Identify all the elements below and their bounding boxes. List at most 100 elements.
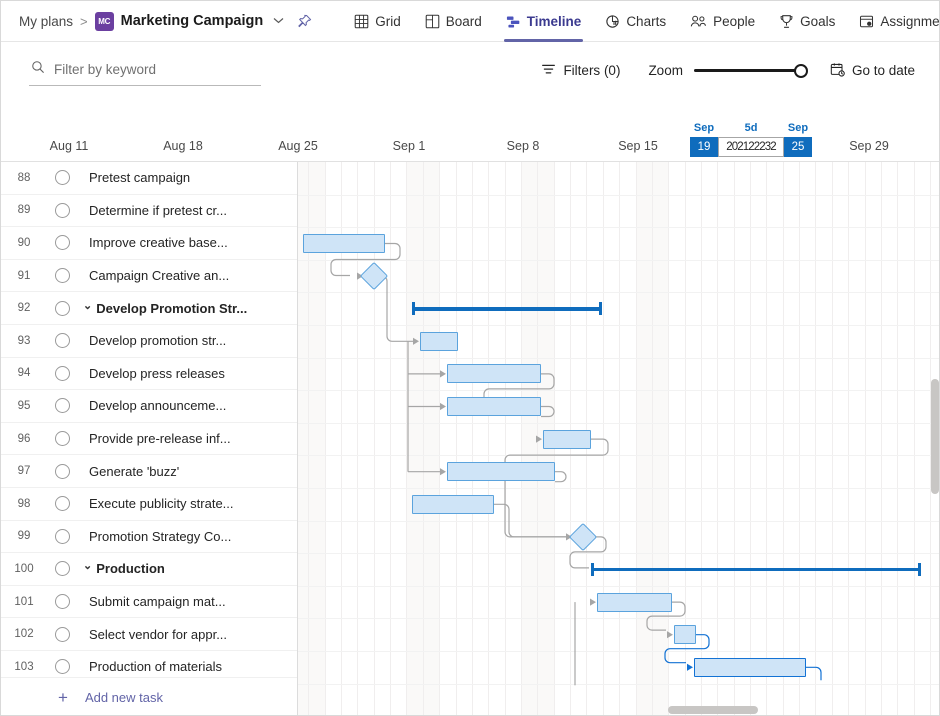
task-row[interactable]: 102Select vendor for appr... — [1, 618, 297, 651]
selection-start-day: 19 — [690, 137, 718, 157]
gantt-chart-pane[interactable] — [298, 162, 940, 716]
pin-icon[interactable] — [297, 14, 312, 29]
gridline — [456, 162, 457, 716]
task-name: Pretest campaign — [89, 170, 190, 185]
task-complete-checkbox[interactable] — [55, 203, 70, 218]
task-name: Campaign Creative an... — [89, 268, 229, 283]
task-complete-checkbox[interactable] — [55, 561, 70, 576]
dependency-arrowhead — [440, 468, 446, 475]
timeline-date-header[interactable]: Aug 11 Aug 18 Aug 25 Sep 1 Sep 8 Sep 15 … — [1, 99, 940, 162]
add-new-task-row[interactable]: + Add new task — [1, 677, 298, 716]
tab-assignments[interactable]: Assignments — [847, 1, 940, 42]
task-complete-checkbox[interactable] — [55, 170, 70, 185]
gantt-bar[interactable] — [303, 234, 385, 253]
task-complete-checkbox[interactable] — [55, 431, 70, 446]
tab-timeline[interactable]: Timeline — [494, 1, 594, 42]
summary-bar[interactable] — [412, 302, 602, 315]
go-to-date-button[interactable]: Go to date — [820, 57, 925, 85]
task-row[interactable]: 97Generate 'buzz' — [1, 455, 297, 488]
gridline — [488, 162, 489, 716]
row-divider — [298, 195, 940, 196]
search-input[interactable] — [54, 62, 259, 77]
task-row[interactable]: 94Develop press releases — [1, 358, 297, 391]
task-id: 89 — [1, 204, 47, 216]
gridline — [717, 162, 718, 716]
task-complete-checkbox[interactable] — [55, 659, 70, 674]
task-complete-checkbox[interactable] — [55, 301, 70, 316]
task-complete-checkbox[interactable] — [55, 529, 70, 544]
task-row[interactable]: 96Provide pre-release inf... — [1, 423, 297, 456]
task-complete-checkbox[interactable] — [55, 398, 70, 413]
horizontal-scrollbar-thumb[interactable] — [668, 706, 758, 714]
task-row[interactable]: 91 Campaign Creative an... — [1, 260, 297, 293]
filters-button[interactable]: Filters (0) — [531, 57, 630, 85]
toolbar-right-group: Filters (0) Zoom Go to date — [531, 57, 940, 85]
task-name: Select vendor for appr... — [89, 627, 227, 642]
gridline — [881, 162, 882, 716]
gantt-bar[interactable] — [447, 364, 541, 383]
task-name: Execute publicity strate... — [89, 496, 234, 511]
task-row[interactable]: 101Submit campaign mat... — [1, 586, 297, 619]
selection-duration-group[interactable]: 5d 202122232 — [718, 123, 784, 157]
tab-people-label: People — [713, 14, 755, 29]
selection-start[interactable]: Sep 19 — [690, 123, 718, 157]
task-list-pane[interactable]: 88Pretest campaign89Determine if pretest… — [1, 162, 298, 716]
board-icon — [425, 14, 440, 29]
expand-chevron-icon[interactable]: ⌄ — [83, 561, 92, 572]
dependency-arrowhead — [440, 403, 446, 410]
task-row[interactable]: 95Develop announceme... — [1, 390, 297, 423]
task-name-text: Develop promotion str... — [89, 333, 226, 348]
gantt-bar[interactable] — [674, 625, 696, 644]
task-name-text: Production — [96, 561, 165, 576]
tab-charts[interactable]: Charts — [593, 1, 678, 42]
task-row[interactable]: 88Pretest campaign — [1, 162, 297, 195]
task-id: 91 — [1, 270, 47, 282]
vertical-scrollbar-thumb[interactable] — [931, 379, 939, 494]
task-row[interactable]: 93Develop promotion str... — [1, 325, 297, 358]
summary-bar-cap — [918, 563, 921, 576]
task-complete-checkbox[interactable] — [55, 594, 70, 609]
tab-goals[interactable]: Goals — [767, 1, 847, 42]
task-complete-checkbox[interactable] — [55, 496, 70, 511]
date-range-selection[interactable]: Sep 19 5d 202122232 Sep 25 — [690, 123, 812, 157]
gantt-bar-selected[interactable] — [694, 658, 806, 677]
expand-chevron-icon[interactable]: ⌄ — [83, 301, 92, 312]
task-row[interactable]: 89Determine if pretest cr... — [1, 195, 297, 228]
task-name-text: Select vendor for appr... — [89, 627, 227, 642]
gantt-bar[interactable] — [447, 462, 555, 481]
task-row[interactable]: 100⌄Production — [1, 553, 297, 586]
gantt-bar[interactable] — [447, 397, 541, 416]
chevron-down-icon[interactable] — [273, 15, 284, 27]
tab-grid[interactable]: Grid — [342, 1, 413, 42]
tab-people[interactable]: People — [678, 1, 767, 42]
gantt-bar[interactable] — [412, 495, 494, 514]
milestone-marker[interactable] — [569, 523, 597, 551]
search-field-wrapper[interactable] — [29, 56, 261, 86]
task-complete-checkbox[interactable] — [55, 627, 70, 642]
task-complete-checkbox[interactable] — [55, 268, 70, 283]
task-row[interactable]: 92⌄Develop Promotion Str... — [1, 292, 297, 325]
gridline — [537, 162, 538, 716]
task-name-text: Generate 'buzz' — [89, 464, 179, 479]
task-row[interactable]: 90Improve creative base... — [1, 227, 297, 260]
summary-bar[interactable] — [591, 563, 921, 576]
gantt-bar[interactable] — [597, 593, 672, 612]
gantt-bar[interactable] — [420, 332, 458, 351]
row-divider — [298, 292, 940, 293]
task-row[interactable]: 99Promotion Strategy Co... — [1, 521, 297, 554]
tab-board[interactable]: Board — [413, 1, 494, 42]
task-complete-checkbox[interactable] — [55, 333, 70, 348]
selection-end[interactable]: Sep 25 — [784, 123, 812, 157]
task-name-text: Promotion Strategy Co... — [89, 529, 231, 544]
gantt-bar[interactable] — [543, 430, 591, 449]
milestone-marker[interactable] — [360, 262, 388, 290]
task-complete-checkbox[interactable] — [55, 464, 70, 479]
zoom-slider[interactable] — [694, 63, 806, 79]
task-complete-checkbox[interactable] — [55, 366, 70, 381]
breadcrumb: My plans > MC Marketing Campaign — [19, 12, 312, 31]
search-icon — [31, 60, 45, 79]
zoom-slider-knob[interactable] — [794, 64, 808, 78]
task-row[interactable]: 98Execute publicity strate... — [1, 488, 297, 521]
breadcrumb-my-plans[interactable]: My plans — [19, 14, 73, 29]
task-complete-checkbox[interactable] — [55, 235, 70, 250]
